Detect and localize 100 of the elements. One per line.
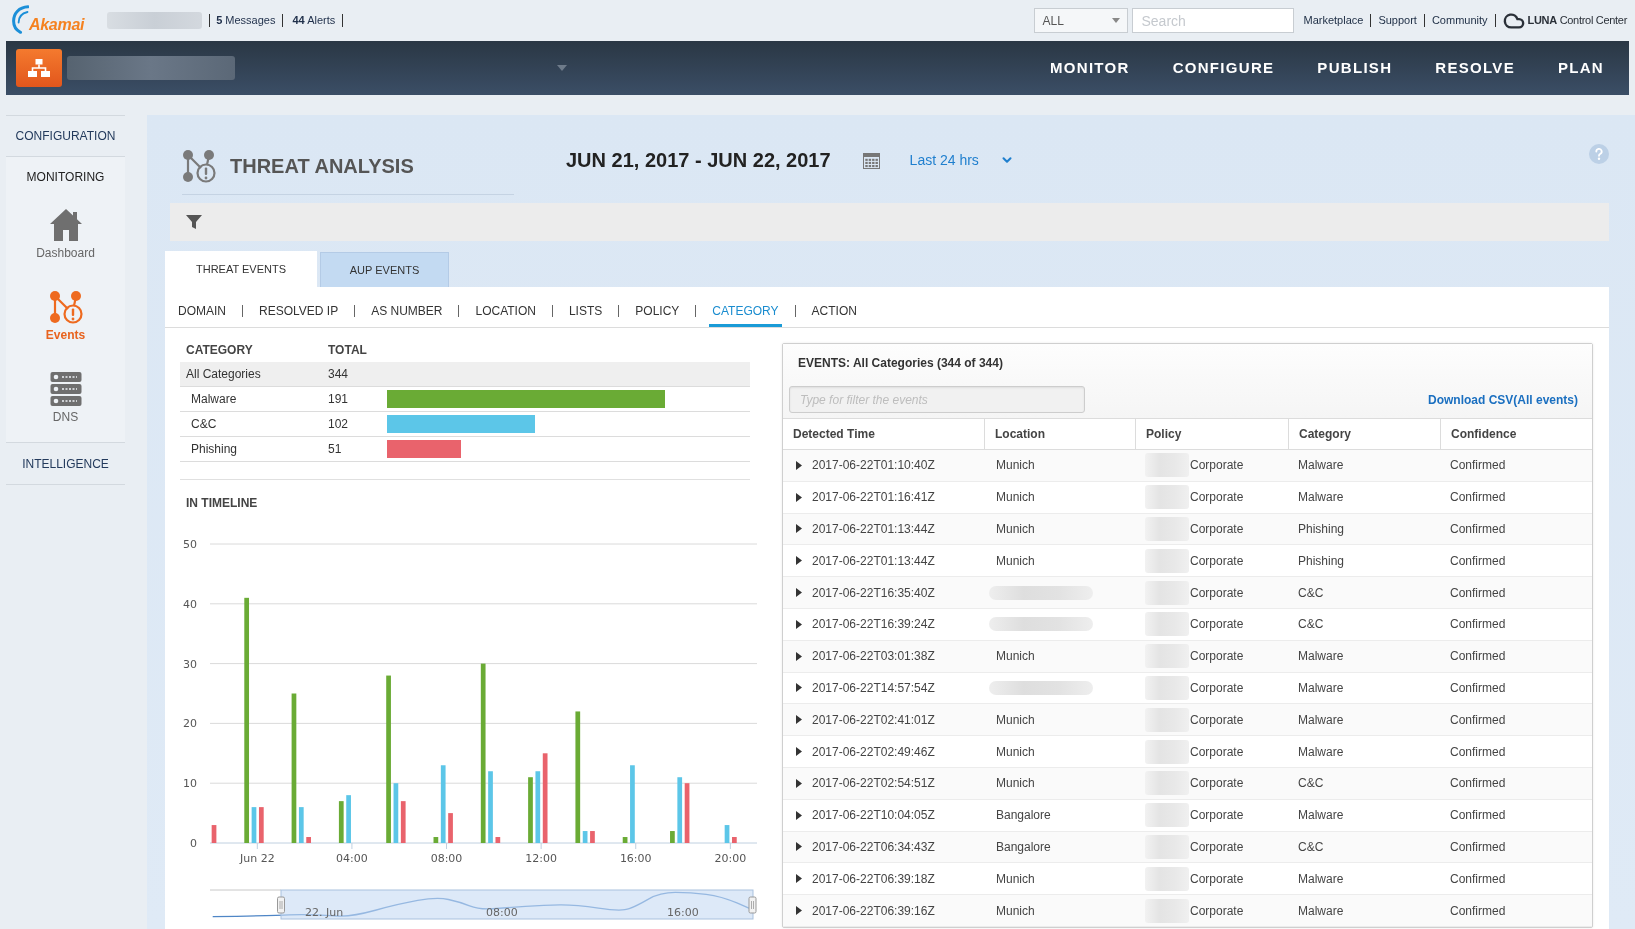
caret-right-icon[interactable] — [796, 683, 802, 693]
nav-menu-item[interactable]: RESOLVE — [1435, 56, 1515, 80]
table-row[interactable]: 2017-06-22T01:13:44Z Munich Corporate Phishing Confirmed — [783, 513, 1592, 546]
sidebar-section[interactable]: MONITORING — [6, 157, 125, 197]
table-cell-text: Malware — [1298, 870, 1344, 888]
sidebar-section[interactable]: INTELLIGENCE — [6, 443, 125, 485]
caret-right-icon[interactable] — [796, 906, 802, 916]
table-row[interactable]: 2017-06-22T06:39:16Z Munich Corporate Malware Confirmed — [783, 895, 1592, 927]
caret-right-icon[interactable] — [796, 492, 802, 502]
table-cell-text: Munich — [995, 648, 1035, 666]
search-field[interactable]: Search — [1132, 8, 1295, 33]
header-link[interactable]: Community — [1431, 12, 1488, 29]
table-row[interactable]: 2017-06-22T02:41:01Z Munich Corporate Malware Confirmed — [783, 704, 1592, 737]
table-row[interactable]: 2017-06-22T10:04:05Z Bangalore Corporate Malware Confirmed — [783, 799, 1592, 832]
caret-right-icon[interactable] — [796, 556, 802, 566]
category-row[interactable]: C&C 102 — [180, 412, 750, 437]
download-link[interactable]: Download CSV(All events) — [1427, 390, 1578, 409]
axis-tick-label: 0 — [190, 837, 197, 850]
table-row[interactable]: 2017-06-22T02:49:46Z Munich Corporate Malware Confirmed — [783, 736, 1592, 768]
caret-right-icon[interactable] — [796, 747, 802, 757]
alerts-link[interactable]: 44 Alerts — [292, 12, 336, 29]
table-cell-text: Munich — [995, 870, 1035, 888]
messages-link[interactable]: 5 Messages — [216, 12, 276, 29]
date-range: JUN 21, 2017 - JUN 22, 2017 — [566, 148, 831, 173]
scope-select[interactable]: ALL — [1034, 8, 1129, 33]
product-name[interactable]: LUNA Control Center — [1527, 12, 1627, 29]
caret-right-icon[interactable] — [796, 715, 802, 725]
table-cell-text: 2017-06-22T16:35:40Z — [812, 584, 935, 602]
filter-icon[interactable] — [186, 215, 202, 229]
table-row[interactable]: 2017-06-22T03:01:38Z Munich Corporate Malware Confirmed — [783, 640, 1592, 673]
sub-tab[interactable]: CATEGORY — [709, 287, 782, 327]
sub-tab[interactable]: AS NUMBER — [368, 287, 446, 327]
sidebar-item[interactable]: DNS — [15, 364, 116, 426]
header-link[interactable]: Support — [1378, 12, 1417, 29]
column-header: TOTAL — [328, 341, 367, 359]
table-cell-text: 2017-06-22T06:39:18Z — [812, 870, 935, 888]
table-cell-text: Confirmed — [1450, 584, 1506, 602]
navigator-handle[interactable] — [748, 896, 757, 914]
chart-bar — [670, 831, 675, 843]
caret-right-icon[interactable] — [796, 842, 802, 852]
table-cell-text: Corporate — [1190, 648, 1244, 666]
alert-nodes-icon — [182, 148, 216, 183]
header-link[interactable]: Marketplace — [1303, 12, 1364, 29]
nav-menu-item[interactable]: CONFIGURE — [1172, 56, 1275, 80]
sub-tab[interactable]: POLICY — [632, 287, 683, 327]
tab[interactable]: THREAT EVENTS — [165, 251, 317, 287]
table-cell-text: Confirmed — [1450, 902, 1506, 920]
sitemap-icon[interactable] — [16, 49, 62, 87]
table-cell-text: Malware — [1298, 743, 1344, 761]
table-cell-text: Confirmed — [1450, 807, 1506, 825]
sub-tab[interactable]: LOCATION — [472, 287, 539, 327]
calendar-icon[interactable] — [862, 151, 880, 169]
sub-tab[interactable]: ACTION — [808, 287, 860, 327]
caret-right-icon[interactable] — [796, 810, 802, 820]
table-row[interactable]: 2017-06-22T14:57:54Z Corporate Malware Confirmed — [783, 672, 1592, 705]
table-row[interactable]: 2017-06-22T06:34:43Z Bangalore Corporate C&C Confirmed — [783, 831, 1592, 864]
column-header[interactable]: Confidence — [1441, 419, 1592, 449]
category-row[interactable]: Phishing 51 — [180, 437, 750, 462]
sub-tab[interactable]: LISTS — [565, 287, 606, 327]
caret-right-icon[interactable] — [796, 619, 802, 629]
column-header[interactable]: Location — [985, 419, 1136, 449]
table-row[interactable]: 2017-06-22T02:54:51Z Munich Corporate C&C Confirmed — [783, 767, 1592, 800]
table-cell-text: 2017-06-22T01:13:44Z — [812, 521, 935, 538]
table-row[interactable]: 2017-06-22T01:16:41Z Munich Corporate Malware Confirmed — [783, 481, 1592, 514]
caret-right-icon[interactable] — [796, 588, 802, 598]
nav-menu-item[interactable]: MONITOR — [1050, 56, 1130, 80]
tab[interactable]: AUP EVENTS — [320, 252, 449, 287]
sidebar-item[interactable]: Dashboard — [15, 200, 116, 262]
caret-right-icon[interactable] — [796, 651, 802, 661]
table-cell-text: Confirmed — [1450, 648, 1506, 666]
nav-menu-item[interactable]: PLAN — [1557, 56, 1604, 80]
table-row[interactable]: 2017-06-22T06:39:18Z Munich Corporate Malware Confirmed — [783, 863, 1592, 896]
table-cell-text: Munich — [995, 775, 1035, 793]
axis-tick-label: 04:00 — [336, 852, 368, 865]
page-title: THREAT ANALYSIS — [230, 153, 414, 179]
caret-right-icon[interactable] — [796, 524, 802, 534]
table-cell-text: Phishing — [191, 441, 239, 458]
chart-bar — [622, 837, 628, 843]
blurred-block — [1145, 739, 1189, 764]
table-row[interactable]: 2017-06-22T01:13:44Z Munich Corporate Phishing Confirmed — [783, 545, 1592, 578]
navigator-handle[interactable] — [277, 896, 285, 914]
caret-right-icon[interactable] — [796, 778, 802, 788]
table-row[interactable]: 2017-06-22T16:39:24Z Corporate C&C Confirmed — [783, 609, 1592, 641]
category-row[interactable]: All Categories 344 — [180, 362, 750, 387]
sub-tab[interactable]: DOMAIN — [175, 287, 229, 327]
column-header[interactable]: Detected Time — [783, 419, 985, 449]
category-row[interactable]: Malware 191 — [180, 387, 750, 412]
column-header[interactable]: Policy — [1136, 419, 1289, 449]
table-row[interactable]: 2017-06-22T01:10:40Z Munich Corporate Malware Confirmed — [783, 450, 1592, 482]
table-cell-text: Confirmed — [1450, 743, 1506, 761]
caret-right-icon[interactable] — [796, 460, 802, 470]
caret-right-icon[interactable] — [796, 874, 802, 884]
swoosh-icon — [12, 4, 29, 34]
table-cell-text: C&C — [1298, 584, 1324, 602]
column-header[interactable]: Category — [1289, 419, 1441, 449]
table-cell-text: Phishing — [1298, 552, 1345, 570]
table-row[interactable]: 2017-06-22T16:35:40Z Corporate C&C Confirmed — [783, 577, 1592, 609]
nav-menu-item[interactable]: PUBLISH — [1317, 56, 1393, 80]
sub-tab[interactable]: RESOLVED IP — [256, 287, 342, 327]
table-cell-text: Confirmed — [1450, 838, 1506, 856]
